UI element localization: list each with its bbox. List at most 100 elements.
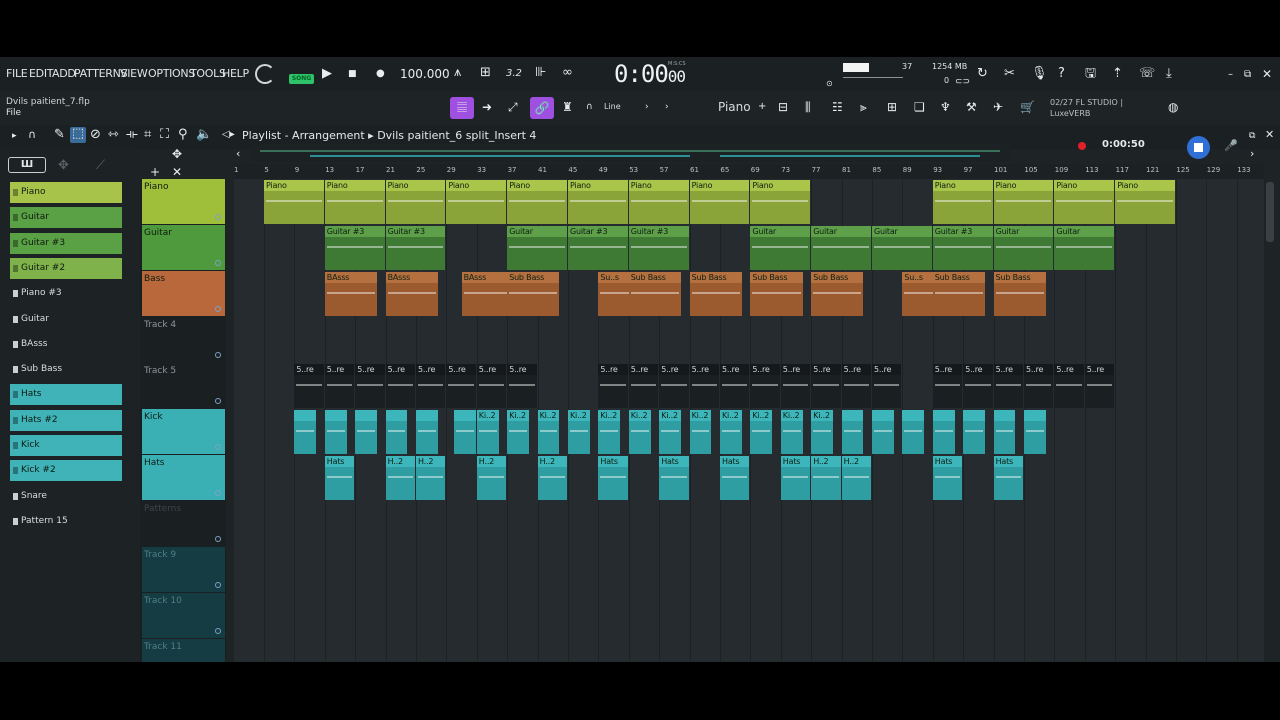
track5-clip[interactable]: 5..re [750, 364, 780, 408]
slice-tool-icon[interactable]: ⟛ [126, 128, 138, 142]
track5-clip[interactable]: 5..re [872, 364, 902, 408]
kick-clip[interactable] [385, 410, 408, 454]
stop-icon[interactable]: ■ [348, 67, 357, 81]
menu-options[interactable]: OPTIONS [148, 67, 195, 80]
track-header[interactable]: Track 11 [142, 639, 225, 662]
track-led-icon[interactable] [215, 444, 221, 450]
zoom-fit-icon[interactable]: ⛶ [160, 128, 169, 142]
menu-add[interactable]: ADD [52, 67, 76, 80]
bass-clip[interactable]: Sub Bass [811, 272, 864, 316]
piano-clip[interactable]: Piano [507, 180, 567, 224]
pattern-item[interactable]: Guitar [10, 309, 122, 330]
master-volume-icon[interactable]: ⊙ [826, 79, 833, 88]
pattern-selector[interactable]: Piano [718, 100, 751, 114]
track-led-icon[interactable] [215, 490, 221, 496]
restore-icon[interactable]: ⧉ [1244, 68, 1251, 82]
pattern-item[interactable]: BAsss [10, 334, 122, 355]
guitar-clip[interactable]: Guitar #3 [568, 226, 628, 270]
track-header[interactable]: Kick [142, 409, 225, 454]
pattern-item[interactable]: Guitar #2 [10, 257, 122, 279]
pattern-item[interactable]: Kick [10, 435, 122, 456]
edison-icon[interactable]: ✈ [993, 100, 1003, 114]
playlist-restore-icon[interactable]: ⧉ [1249, 129, 1255, 143]
piano-clip[interactable]: Piano [385, 180, 446, 224]
kick-clip[interactable] [963, 410, 985, 454]
kick-clip[interactable] [294, 410, 317, 454]
track5-clip[interactable]: 5..re [476, 364, 507, 408]
kick-clip[interactable] [932, 410, 955, 454]
eq-icon[interactable]: ⫸ [860, 100, 867, 115]
bass-clip[interactable]: Sub Bass [507, 272, 560, 316]
mixer-icon[interactable]: ☷ [832, 100, 843, 114]
browser-view-toggle[interactable]: Ш [8, 157, 46, 173]
kick-clip[interactable]: Ki..2 [628, 410, 651, 454]
kick-clip[interactable]: Ki..2 [476, 410, 499, 454]
track5-clip[interactable]: 5..re [1054, 364, 1084, 408]
master-volume-slider[interactable] [843, 77, 903, 78]
pattern-item[interactable]: Piano #3 [10, 283, 122, 304]
piano-clip[interactable]: Piano [1054, 180, 1115, 224]
arrow-right-icon[interactable]: ➜ [482, 100, 492, 114]
track5-clip[interactable]: 5..re [841, 364, 871, 408]
piano-clip[interactable]: Piano [1115, 180, 1175, 224]
hats-clip[interactable]: H..2 [476, 456, 507, 500]
kick-clip[interactable]: Ki..2 [568, 410, 590, 454]
guitar-clip[interactable]: Guitar [993, 226, 1054, 270]
globe-icon[interactable]: ◍ [1168, 100, 1178, 114]
kick-clip[interactable] [993, 410, 1016, 454]
pattern-item[interactable]: Hats #2 [10, 409, 122, 431]
undo-icon[interactable]: ↻ [977, 67, 988, 81]
piano-clip[interactable]: Piano [932, 180, 993, 224]
step-edit-icon[interactable]: ⊪ [535, 66, 546, 80]
cut-icon[interactable]: ✂ [1004, 67, 1015, 81]
save-icon[interactable]: 🖫 [1085, 67, 1096, 81]
piano-clip[interactable]: Piano [264, 180, 324, 224]
track-led-icon[interactable] [215, 536, 221, 542]
track5-clip[interactable]: 5..re [963, 364, 993, 408]
playlist-icon[interactable]: ⊟ [778, 100, 788, 114]
browser-clip-icon[interactable]: ⟋ [96, 159, 105, 173]
wait-record-icon[interactable]: ⊞ [480, 66, 491, 80]
select-box-icon[interactable]: ⌗ [144, 128, 151, 142]
song-mode-toggle[interactable]: SONG [289, 74, 314, 84]
add-pattern-icon[interactable]: + [758, 101, 766, 112]
browser-icon[interactable]: ⊞ [887, 100, 897, 114]
menu-view[interactable]: VIEW [120, 67, 148, 80]
menu-tools[interactable]: TOOLS [190, 67, 226, 80]
piano-clip[interactable]: Piano [324, 180, 385, 224]
playlist-options-icon[interactable]: ◁▸ [222, 128, 235, 142]
hats-clip[interactable]: Hats [598, 456, 628, 500]
track5-clip[interactable]: 5..re [689, 364, 719, 408]
select-tool-icon[interactable]: ⬚ [70, 127, 86, 143]
magnet-snap-icon[interactable]: ∩ [28, 128, 36, 142]
piano-clip[interactable]: Piano [750, 180, 811, 224]
pencil-icon[interactable]: ✎ [54, 128, 65, 142]
kick-clip[interactable] [841, 410, 864, 454]
pattern-item[interactable]: Guitar #3 [10, 232, 122, 254]
zoom-icon[interactable]: ⚲ [178, 128, 188, 142]
hats-clip[interactable]: H..2 [385, 456, 415, 500]
hats-clip[interactable]: Hats [324, 456, 355, 500]
slip-tool-icon[interactable]: ⇿ [108, 128, 119, 142]
guitar-clip[interactable]: Guitar #3 [628, 226, 689, 270]
piano-clip[interactable]: Piano [689, 180, 750, 224]
track-led-icon[interactable] [215, 582, 221, 588]
track5-clip[interactable]: 5..re [780, 364, 811, 408]
hats-clip[interactable]: H..2 [811, 456, 841, 500]
move-icon[interactable]: ✥ [172, 147, 182, 161]
minimize-icon[interactable]: – [1228, 68, 1233, 82]
track-header[interactable]: Patterns [142, 501, 225, 546]
track-led-icon[interactable] [215, 398, 221, 404]
pattern-item[interactable]: Snare [10, 486, 122, 507]
kick-clip[interactable]: Ki..2 [507, 410, 529, 454]
bass-clip[interactable]: BAsss [385, 272, 438, 316]
microphone-icon[interactable]: 🎙 [1031, 67, 1048, 81]
snap-arrow-icon[interactable]: › [645, 102, 649, 112]
piano-roll-icon[interactable]: 𝄚 [450, 97, 474, 119]
vertical-scrollbar[interactable] [1266, 182, 1274, 242]
track5-clip[interactable]: 5..re [294, 364, 324, 408]
kick-clip[interactable] [1024, 410, 1046, 454]
pattern-item[interactable]: Sub Bass [10, 359, 122, 380]
pattern-item[interactable]: Piano [10, 182, 122, 203]
mute-tool-icon[interactable]: ⊘ [90, 128, 101, 142]
